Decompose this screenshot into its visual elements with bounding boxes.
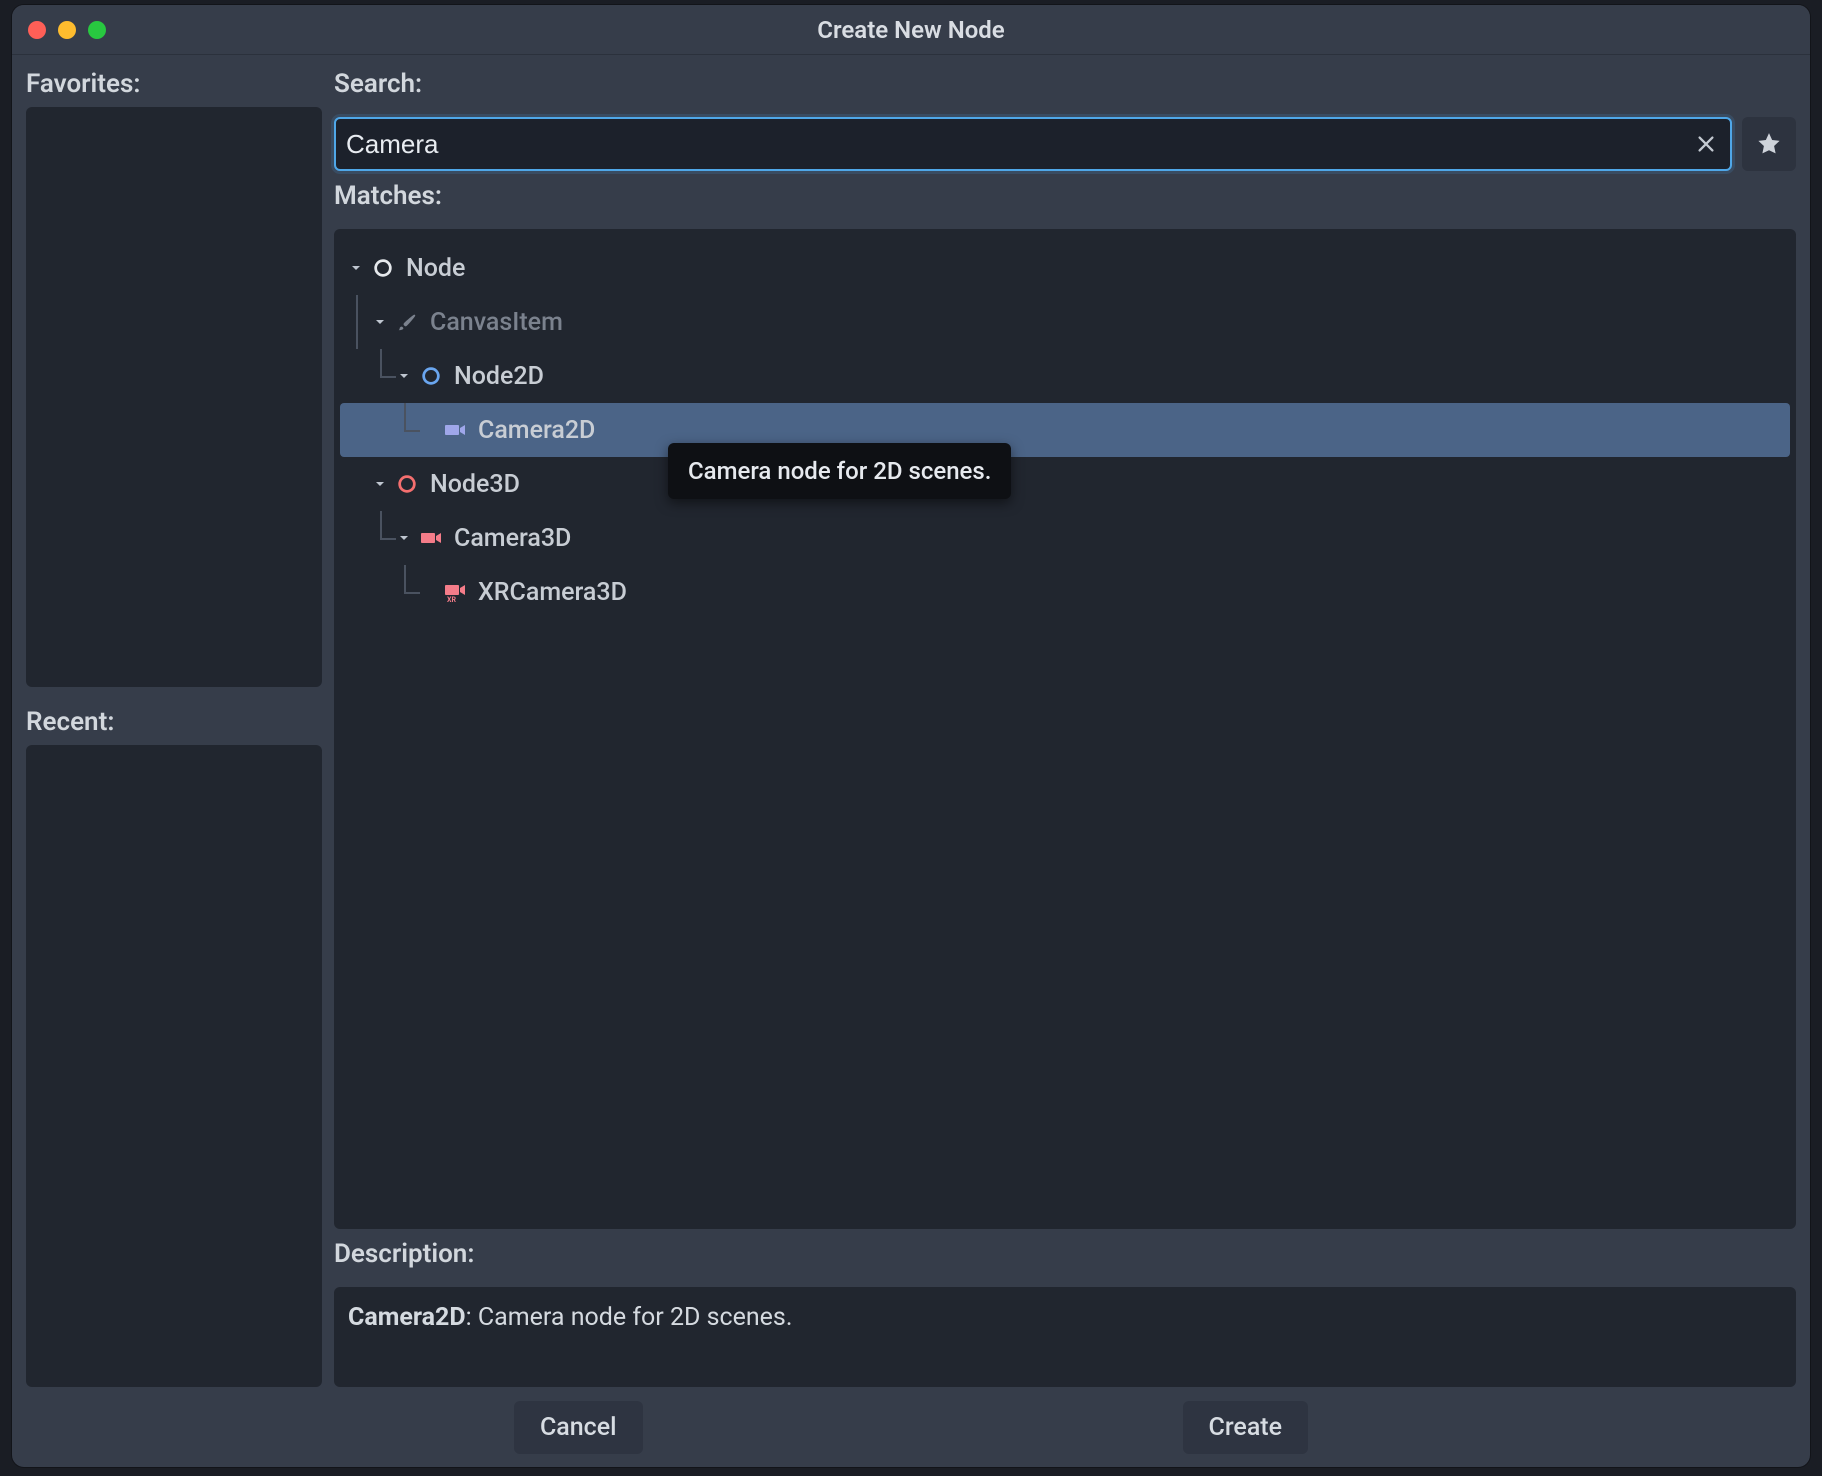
create-button[interactable]: Create bbox=[1183, 1401, 1309, 1454]
description-node-name: Camera2D bbox=[348, 1303, 466, 1332]
chevron-down-icon[interactable] bbox=[370, 312, 390, 332]
zoom-window-button[interactable] bbox=[88, 21, 106, 39]
node3d-icon bbox=[394, 471, 420, 497]
node-tree: Node CanvasItem bbox=[340, 241, 1790, 619]
search-box[interactable] bbox=[334, 117, 1732, 171]
tree-item-label: XRCamera3D bbox=[478, 578, 627, 607]
tree-item-node2d[interactable]: Node2D bbox=[340, 349, 1790, 403]
tree-item-label: CanvasItem bbox=[430, 308, 563, 337]
chevron-down-icon[interactable] bbox=[394, 528, 414, 548]
minimize-window-button[interactable] bbox=[58, 21, 76, 39]
window-title: Create New Node bbox=[12, 16, 1810, 44]
clear-search-button[interactable] bbox=[1692, 130, 1720, 158]
tree-item-label: Node2D bbox=[454, 362, 544, 391]
close-window-button[interactable] bbox=[28, 21, 46, 39]
window-controls bbox=[28, 21, 106, 39]
favorites-label: Favorites: bbox=[26, 69, 322, 99]
tree-item-camera2d[interactable]: Camera2D bbox=[340, 403, 1790, 457]
search-label: Search: bbox=[334, 69, 1796, 99]
description-text: : Camera node for 2D scenes. bbox=[466, 1303, 793, 1332]
tree-item-camera3d[interactable]: Camera3D bbox=[340, 511, 1790, 565]
description-label: Description: bbox=[334, 1239, 1796, 1269]
dialog-footer: Cancel Create bbox=[12, 1387, 1810, 1467]
tree-item-label: Camera3D bbox=[454, 524, 571, 553]
paint-brush-icon bbox=[394, 309, 420, 335]
close-icon bbox=[1695, 133, 1717, 155]
camera-icon bbox=[442, 417, 468, 443]
chevron-down-icon[interactable] bbox=[346, 258, 366, 278]
node2d-icon bbox=[418, 363, 444, 389]
create-node-dialog: Create New Node Favorites: Recent: Searc… bbox=[12, 5, 1810, 1467]
tree-item-canvasitem[interactable]: CanvasItem bbox=[340, 295, 1790, 349]
favorite-button[interactable] bbox=[1742, 117, 1796, 171]
description-panel: Camera2D: Camera node for 2D scenes. bbox=[334, 1287, 1796, 1387]
favorites-panel[interactable] bbox=[26, 107, 322, 687]
chevron-down-icon[interactable] bbox=[370, 474, 390, 494]
cancel-button[interactable]: Cancel bbox=[514, 1401, 643, 1454]
tree-item-node[interactable]: Node bbox=[340, 241, 1790, 295]
recent-label: Recent: bbox=[26, 707, 322, 737]
xr-camera-icon: XR bbox=[442, 579, 468, 605]
chevron-down-icon[interactable] bbox=[394, 366, 414, 386]
tree-item-label: Camera2D bbox=[478, 416, 595, 445]
tree-item-xrcamera3d[interactable]: XR XRCamera3D bbox=[340, 565, 1790, 619]
node-icon bbox=[370, 255, 396, 281]
svg-text:XR: XR bbox=[447, 596, 456, 604]
tree-item-label: Node bbox=[406, 254, 465, 283]
sidebar: Favorites: Recent: bbox=[26, 69, 322, 1387]
recent-panel[interactable] bbox=[26, 745, 322, 1387]
tree-item-label: Node3D bbox=[430, 470, 520, 499]
tree-item-node3d[interactable]: Node3D bbox=[340, 457, 1790, 511]
titlebar: Create New Node bbox=[12, 5, 1810, 55]
matches-label: Matches: bbox=[334, 181, 1796, 211]
matches-panel[interactable]: Node CanvasItem bbox=[334, 229, 1796, 1229]
camera-icon bbox=[418, 525, 444, 551]
main-panel: Search: Matches: bbox=[334, 69, 1796, 1387]
search-input[interactable] bbox=[346, 129, 1692, 160]
star-icon bbox=[1756, 131, 1782, 157]
